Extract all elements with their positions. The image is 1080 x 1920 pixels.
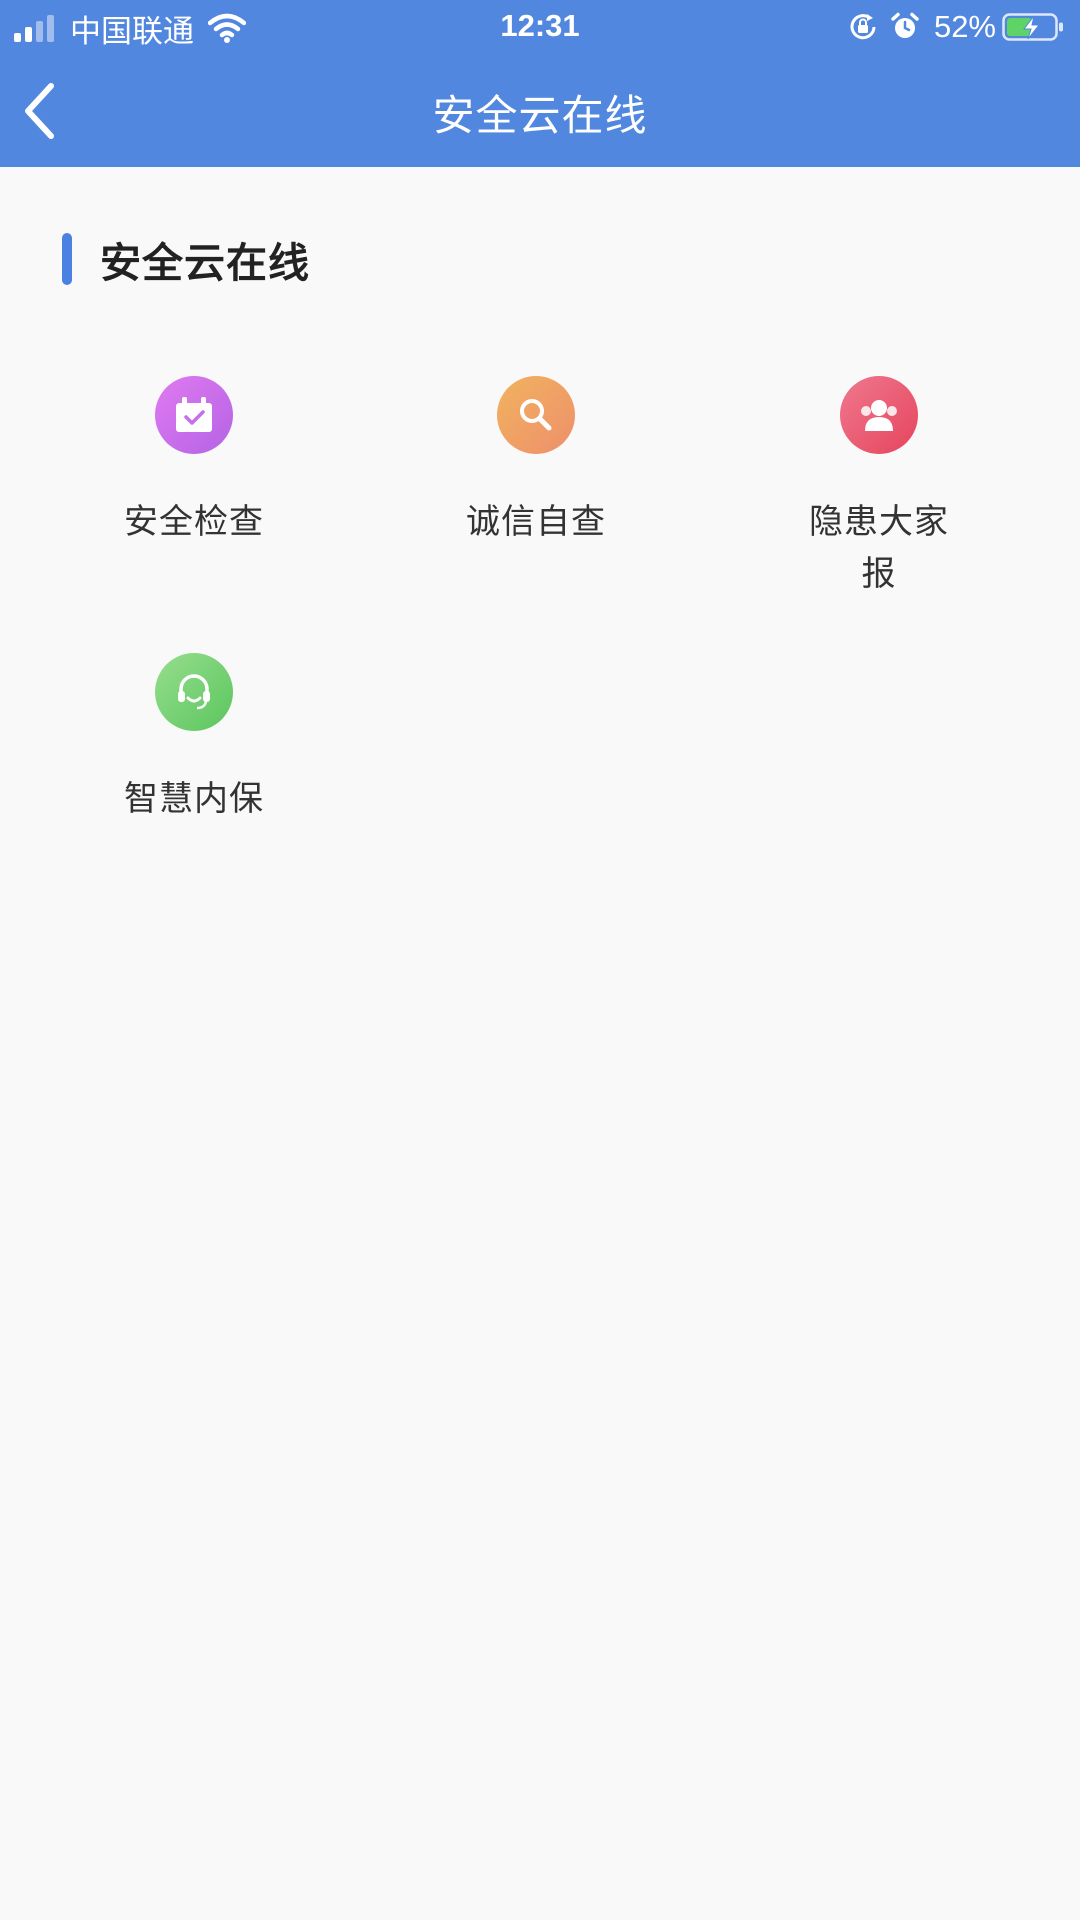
- magnifier-icon: [497, 376, 575, 454]
- status-bar: 中国联通 12:31 52%: [0, 0, 1080, 56]
- grid-item-integrity-check[interactable]: 诚信自查: [406, 376, 666, 548]
- section-accent-bar: [62, 233, 72, 285]
- battery-percent: 52%: [933, 9, 996, 44]
- grid-item-label: 诚信自查: [466, 502, 606, 542]
- status-right: 52%: [836, 8, 1064, 46]
- header: 中国联通 12:31 52% 安全云在线: [0, 0, 1080, 167]
- grid-item-label: 安全检查: [124, 502, 264, 542]
- alarm-icon: [890, 12, 920, 42]
- grid-item-hazard-report[interactable]: 隐患大家报: [749, 376, 1009, 600]
- grid-item-label: 智慧内保: [124, 779, 264, 819]
- section-header: 安全云在线: [62, 232, 310, 287]
- section-title: 安全云在线: [100, 239, 310, 287]
- grid-item-label: 隐患大家报: [809, 502, 949, 594]
- rotation-lock-icon: [848, 12, 878, 42]
- grid-item-safety-check[interactable]: 安全检查: [64, 376, 324, 548]
- people-icon: [840, 376, 918, 454]
- battery-charging-icon: [1002, 12, 1064, 42]
- grid-item-smart-security[interactable]: 智慧内保: [64, 653, 324, 825]
- nav-bar: 安全云在线: [0, 56, 1080, 167]
- calendar-check-icon: [155, 376, 233, 454]
- headset-icon: [155, 653, 233, 731]
- page-title: 安全云在线: [432, 91, 648, 140]
